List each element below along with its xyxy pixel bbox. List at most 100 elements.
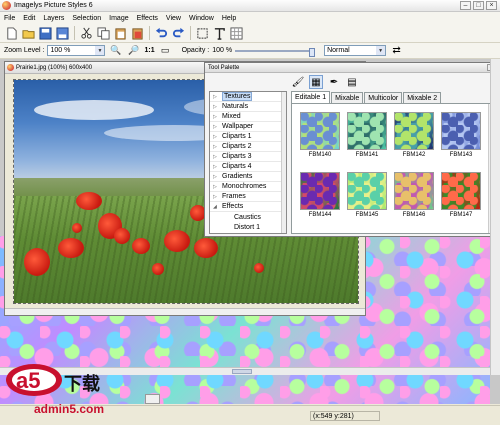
close-button[interactable]: × xyxy=(486,1,497,10)
texture-swatch xyxy=(394,112,434,150)
texture-thumbnail[interactable]: FBM144 xyxy=(298,170,342,222)
texture-name: FBM140 xyxy=(308,152,332,158)
zoom-level-label: Zoom Level : xyxy=(4,47,45,54)
svg-text:a5: a5 xyxy=(16,368,40,393)
select-icon[interactable] xyxy=(195,26,210,41)
texture-name: FBM147 xyxy=(449,212,473,218)
menu-edit[interactable]: Edit xyxy=(19,15,39,22)
watermark-url: admin5.com xyxy=(34,402,105,416)
zoom-level-select[interactable]: 100 % ▼ xyxy=(47,45,106,56)
poppy xyxy=(114,228,130,244)
category-item-cliparts-2[interactable]: ▷ Cliparts 2 xyxy=(210,142,286,152)
menu-window[interactable]: Window xyxy=(185,15,218,22)
redo-icon[interactable] xyxy=(171,26,186,41)
category-item-cliparts-4[interactable]: ▷ Cliparts 4 xyxy=(210,162,286,172)
copy-icon[interactable] xyxy=(96,26,111,41)
paste-icon[interactable] xyxy=(113,26,128,41)
actual-size-button[interactable]: 1:1 xyxy=(144,47,154,54)
minimized-window-button[interactable] xyxy=(145,394,160,404)
menu-selection[interactable]: Selection xyxy=(68,15,105,22)
blend-mode-select[interactable]: Normal ▼ xyxy=(324,45,387,56)
poppy xyxy=(24,248,50,276)
poppy xyxy=(164,230,190,252)
brush-mode-icon[interactable]: 🖌 xyxy=(291,75,305,89)
expand-arrow-icon: ▷ xyxy=(213,123,217,130)
menu-layers[interactable]: Layers xyxy=(39,15,68,22)
tool-palette: Tool Palette × 🖌 ▦ ✒ ▤ ▷ Textures ▷ Natura… xyxy=(204,62,498,237)
texture-name: FBM141 xyxy=(355,152,379,158)
zoom-out-icon[interactable]: 🔎 xyxy=(126,43,141,58)
category-label: Monochromes xyxy=(222,183,267,190)
texture-name: FBM143 xyxy=(449,152,473,158)
document-title: Prairie1.jpg (100%) 600x400 xyxy=(16,64,93,71)
menu-view[interactable]: View xyxy=(162,15,185,22)
texture-grid: FBM140 FBM141 FBM142 FBM143 FBM144 FBM14… xyxy=(291,103,495,234)
blend-mode-value: Normal xyxy=(327,47,350,54)
category-item-effects[interactable]: ◢ Effects xyxy=(210,202,286,212)
category-label: Cliparts 3 xyxy=(222,153,252,160)
texture-thumbnail[interactable]: FBM147 xyxy=(439,170,483,222)
category-list-scrollbar[interactable] xyxy=(281,92,286,233)
category-item-wallpaper[interactable]: ▷ Wallpaper xyxy=(210,122,286,132)
texture-name: FBM142 xyxy=(402,152,426,158)
texture-thumbnail[interactable]: FBM142 xyxy=(392,110,436,162)
category-item-textures[interactable]: ▷ Textures xyxy=(210,92,286,102)
category-item-monochromes[interactable]: ▷ Monochromes xyxy=(210,182,286,192)
menu-help[interactable]: Help xyxy=(218,15,240,22)
category-label: Mixed xyxy=(222,113,241,120)
cut-icon[interactable] xyxy=(79,26,94,41)
expand-arrow-icon: ▷ xyxy=(213,163,217,170)
zoom-level-value: 100 % xyxy=(50,47,71,54)
menu-image[interactable]: Image xyxy=(105,15,132,22)
zoom-in-icon[interactable]: 🔍 xyxy=(108,43,123,58)
undo-icon[interactable] xyxy=(154,26,169,41)
grid-icon[interactable] xyxy=(229,26,244,41)
category-item-mixed[interactable]: ▷ Mixed xyxy=(210,112,286,122)
collapse-arrow-icon: ◢ xyxy=(213,203,217,210)
texture-thumbnail[interactable]: FBM145 xyxy=(345,170,389,222)
opacity-slider-thumb[interactable] xyxy=(309,48,316,57)
texture-mode-icon[interactable]: ▦ xyxy=(309,75,323,89)
texture-thumbnail[interactable]: FBM141 xyxy=(345,110,389,162)
poppy xyxy=(58,238,84,258)
new-icon[interactable] xyxy=(4,26,19,41)
horizontal-scroll-thumb[interactable] xyxy=(232,369,252,374)
tab-mixable-2[interactable]: Mixable 2 xyxy=(403,92,442,103)
category-list: ▷ Textures ▷ Naturals ▷ Mixed ▷ Wallpaper ▷ C… xyxy=(209,91,287,234)
menu-effects[interactable]: Effects xyxy=(133,15,162,22)
grid-mode-icon[interactable]: ▤ xyxy=(345,75,359,89)
save-as-icon[interactable] xyxy=(55,26,70,41)
poppy xyxy=(254,263,264,273)
maximize-button[interactable]: □ xyxy=(473,1,484,10)
pen-mode-icon[interactable]: ✒ xyxy=(327,75,341,89)
texture-thumbnail[interactable]: FBM146 xyxy=(392,170,436,222)
category-item-frames[interactable]: ▷ Frames xyxy=(210,192,286,202)
main-toolbar xyxy=(0,24,500,43)
menu-file[interactable]: File xyxy=(0,15,19,22)
texture-thumbnail[interactable]: FBM143 xyxy=(439,110,483,162)
category-item-cliparts-3[interactable]: ▷ Cliparts 3 xyxy=(210,152,286,162)
category-item-naturals[interactable]: ▷ Naturals xyxy=(210,102,286,112)
open-icon[interactable] xyxy=(21,26,36,41)
paste-special-icon[interactable] xyxy=(130,26,145,41)
category-item-gradients[interactable]: ▷ Gradients xyxy=(210,172,286,182)
document-horizontal-scrollbar[interactable] xyxy=(5,308,365,315)
category-label: Textures xyxy=(222,92,253,101)
minimize-button[interactable]: – xyxy=(460,1,471,10)
tab-multicolor[interactable]: Multicolor xyxy=(364,92,403,103)
tab-mixable[interactable]: Mixable xyxy=(331,92,364,103)
workspace-vertical-scrollbar[interactable] xyxy=(490,59,500,375)
expand-arrow-icon: ▷ xyxy=(213,153,217,160)
palette-title-bar: Tool Palette × xyxy=(205,63,497,73)
opacity-slider[interactable] xyxy=(235,45,316,57)
texture-swatch xyxy=(347,172,387,210)
text-icon[interactable] xyxy=(212,26,227,41)
texture-thumbnail[interactable]: FBM140 xyxy=(298,110,342,162)
apply-icon[interactable]: ⇄ xyxy=(389,43,404,58)
effects-item-distort-1[interactable]: Distort 1 xyxy=(210,222,286,232)
effects-item-caustics[interactable]: Caustics xyxy=(210,212,286,222)
tab-editable-1[interactable]: Editable 1 xyxy=(291,91,331,103)
fit-window-icon[interactable]: ▭ xyxy=(158,43,173,58)
category-item-cliparts-1[interactable]: ▷ Cliparts 1 xyxy=(210,132,286,142)
save-icon[interactable] xyxy=(38,26,53,41)
